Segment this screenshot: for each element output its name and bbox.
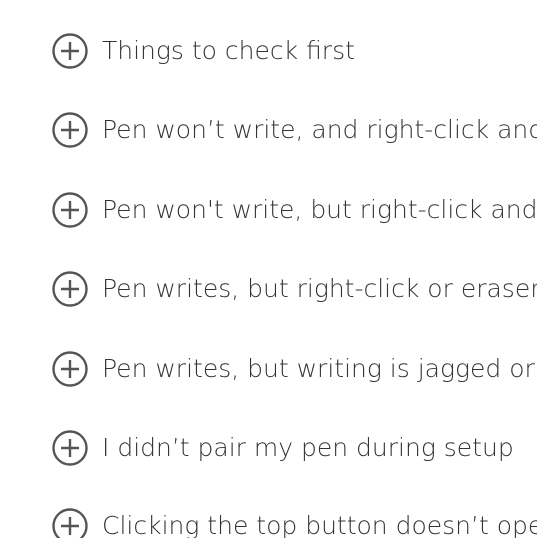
accordion-item-things-to-check-first[interactable]: Things to check first [52,31,355,71]
accordion-item-label: I didn’t pair my pen during setup [102,433,514,462]
plus-circle-icon [52,430,88,466]
accordion-item-pen-wont-write-buttons-dont-work[interactable]: Pen won’t write, and right-click and era… [52,110,537,150]
accordion-item-pen-writes-buttons-dont-work[interactable]: Pen writes, but right-click or eraser bu… [52,269,537,309]
accordion-item-label: Pen won’t write, and right-click and era… [102,115,537,144]
plus-circle-icon [52,112,88,148]
plus-circle-icon [52,33,88,69]
plus-circle-icon [52,508,88,538]
troubleshooting-accordion: Things to check first Pen won’t write, a… [0,0,537,538]
accordion-item-label: Pen writes, but writing is jagged or ina… [102,354,537,383]
accordion-item-label: Clicking the top button doesn’t open One… [102,511,537,538]
accordion-item-label: Things to check first [102,36,355,65]
accordion-item-pen-wont-write-buttons-work[interactable]: Pen won't write, but right-click and era… [52,190,537,230]
accordion-item-top-button-onenote[interactable]: Clicking the top button doesn’t open One… [52,506,537,538]
accordion-item-label: Pen won't write, but right-click and era… [102,195,537,224]
accordion-item-didnt-pair-pen[interactable]: I didn’t pair my pen during setup [52,428,514,468]
plus-circle-icon [52,271,88,307]
plus-circle-icon [52,351,88,387]
plus-circle-icon [52,192,88,228]
accordion-item-label: Pen writes, but right-click or eraser bu… [102,274,537,303]
accordion-item-writing-jagged[interactable]: Pen writes, but writing is jagged or ina… [52,349,537,389]
